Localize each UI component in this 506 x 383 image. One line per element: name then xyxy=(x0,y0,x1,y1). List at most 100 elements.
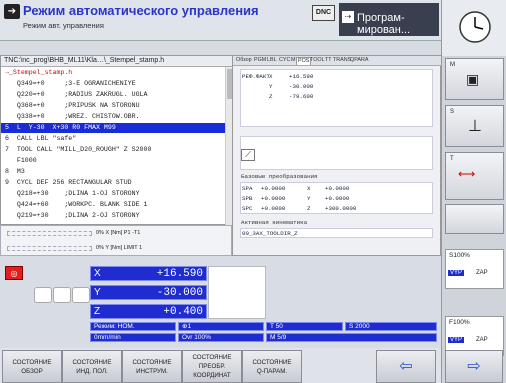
softkey-status-2[interactable]: СОСТОЯНИЕ ИНД. ПОЛ. xyxy=(62,350,122,383)
x-load-bar xyxy=(7,231,92,236)
program-icon: ⇢ xyxy=(342,11,354,23)
pos-x-value: +16.590 xyxy=(289,73,314,80)
blank-button-3[interactable] xyxy=(72,287,90,303)
status-spindle-speed: S 2000 xyxy=(345,322,437,331)
axis-x-row: X +16.590 xyxy=(90,266,207,281)
blank-side-button[interactable] xyxy=(445,204,504,234)
program-line[interactable]: 8 M3 xyxy=(1,167,225,177)
feed-vyp-button[interactable]: VYP xyxy=(448,337,465,343)
transform-v1: +0.0000 xyxy=(261,195,286,202)
tool-block xyxy=(240,136,433,170)
mode-subtitle: Режим авт. управления xyxy=(23,21,104,30)
next-softkeys-arrow-icon[interactable]: ⇨ xyxy=(445,350,503,383)
program-line[interactable]: Q219=+30 ;DLINA 2-OJ STORONY xyxy=(1,211,225,221)
softkey-label: СОСТОЯНИЕ ПРЕОБР. КООРДИНАТ xyxy=(192,353,231,380)
tab-обзор[interactable]: Обзор xyxy=(235,57,253,65)
softkey-label: СОСТОЯНИЕ ОБЗОР xyxy=(12,358,51,376)
clock-icon xyxy=(459,11,491,43)
spindle-override[interactable]: S100% VYP ZAP xyxy=(445,249,504,289)
pos-x-axis: X xyxy=(269,73,273,80)
program-line[interactable]: Q338=+0 ;WREZ. CHISTOW.OBR. xyxy=(1,112,225,122)
blank-button-2[interactable] xyxy=(53,287,71,303)
softkey-label-line: ПРЕОБР. xyxy=(198,363,226,370)
tool-change-icon: ⟷ xyxy=(458,167,476,181)
softkey-label-line: КООРДИНАТ xyxy=(193,372,231,379)
blank-button-1[interactable] xyxy=(34,287,52,303)
program-line[interactable]: Q220=+0 ;RADIUS ZAKRUGL. UGLA xyxy=(1,90,225,100)
y-load-label: 0% Y [Nm] LIMIT 1 xyxy=(96,245,143,251)
softkey-status-3[interactable]: СОСТОЯНИЕ ИНСТРУМ. xyxy=(122,350,182,383)
transform-v2: +300.0000 xyxy=(325,205,357,212)
program-line[interactable]: 9 CYCL DEF 256 RECTANGULAR STUD xyxy=(1,178,225,188)
softkey-status-1[interactable]: СОСТОЯНИЕ ОБЗОР xyxy=(2,350,62,383)
program-panel: TNC:\nc_prog\BHB_ML11\Kla…\_Stempel_stam… xyxy=(0,55,233,226)
feed-override-label: F100% xyxy=(449,319,470,326)
axis-x-name: X xyxy=(94,268,101,279)
mode-title: Режим автоматического управления xyxy=(23,3,259,18)
programming-mode-button[interactable]: ⇢ Програм- мирован... xyxy=(339,3,439,36)
status-tabs: Обзор PGM LBL CYC M POS TOOL TT TRANS QPARA xyxy=(233,56,442,66)
axis-x-value: +16.590 xyxy=(156,268,203,280)
auto-mode-icon: ➔ xyxy=(4,4,20,19)
spindle-override-label: S100% xyxy=(449,252,470,259)
tab-lbl[interactable]: LBL xyxy=(266,57,278,65)
softkey-label-line: СОСТОЯНИЕ xyxy=(12,358,52,366)
machine-icon: ▣ xyxy=(466,71,480,87)
program-line[interactable]: →_Stempel_stamp.h xyxy=(1,68,225,78)
transform-name: SPA xyxy=(242,185,253,192)
softkey-label-line: СОСТОЯНИЕ xyxy=(252,358,292,366)
program-path: TNC:\nc_prog\BHB_ML11\Kla…\_Stempel_stam… xyxy=(1,56,233,67)
program-line[interactable]: Q368=+0 ;PRIPUSK NA STORONU xyxy=(1,101,225,111)
softkey-status-5[interactable]: СОСТОЯНИЕ Q-ПАРАМ. xyxy=(242,350,302,383)
axis-z-name: Z xyxy=(94,306,101,317)
y-load-bar xyxy=(7,246,92,251)
pos-y-axis: Y xyxy=(269,83,273,90)
spindle-button-s[interactable]: S ⊥ xyxy=(445,105,504,147)
status-tool: T 50 xyxy=(266,322,343,331)
spindle-zap-button[interactable]: ZAP xyxy=(476,270,488,276)
pos-z-value: -79.600 xyxy=(289,93,314,100)
status-override: Ovr 100% xyxy=(178,333,264,342)
spindle-vyp-button[interactable]: VYP xyxy=(448,270,465,276)
program-line[interactable]: 5 L Y-30 X+30 R0 FMAX M99 xyxy=(1,123,225,133)
softkey-label-line: ИНСТРУМ. xyxy=(136,367,168,375)
transform-v2: +0.0000 xyxy=(325,185,350,192)
pos-z-axis: Z xyxy=(269,93,273,100)
program-line[interactable]: Q349=+0 ;3-E OGRANICHENIYE xyxy=(1,79,225,89)
axis-extra-area xyxy=(208,266,266,319)
softkey-label-line: Q-ПАРАМ. xyxy=(256,367,288,375)
previous-softkeys-arrow-icon[interactable]: ⇦ xyxy=(376,350,436,383)
axis-y-row: Y -30.000 xyxy=(90,285,207,300)
program-line[interactable]: Q424=+60 ;WORKPC. BLANK SIDE 1 xyxy=(1,200,225,210)
transform-v2: +0.0000 xyxy=(325,195,350,202)
program-line[interactable]: 6 CALL LBL "safe" xyxy=(1,134,225,144)
softkey-label-line: СОСТОЯНИЕ xyxy=(132,358,172,366)
axis-z-row: Z +0.400 xyxy=(90,304,207,319)
transform-name: SPB xyxy=(242,195,253,202)
transform-axis: X xyxy=(307,185,311,192)
clock[interactable] xyxy=(441,0,506,56)
programming-mode-label: Програм- мирован... xyxy=(357,12,411,36)
softkey-label-line: СОСТОЯНИЕ xyxy=(192,354,232,361)
program-line[interactable]: F1000 xyxy=(1,156,225,166)
machine-button-m[interactable]: M ▣ xyxy=(445,58,504,100)
softkey-label-line: ОБЗОР xyxy=(21,367,43,375)
tool-button-t[interactable]: T ⟷ xyxy=(445,152,504,200)
transform-v1: +0.0000 xyxy=(261,185,286,192)
program-line[interactable]: 7 TOOL CALL "MILL_D20_ROUGH" Z S2000 xyxy=(1,145,225,155)
softkey-label-line: СОСТОЯНИЕ xyxy=(72,358,112,366)
softkey-label: СОСТОЯНИЕ ИНД. ПОЛ. xyxy=(72,358,111,376)
feed-zap-button[interactable]: ZAP xyxy=(476,337,488,343)
transform-axis: Z xyxy=(307,205,311,212)
dnc-indicator: DNC xyxy=(312,5,335,21)
program-line[interactable]: Q218=+30 ;DLINA 1-OJ STORONY xyxy=(1,189,225,199)
tab-qpara[interactable]: QPARA xyxy=(349,57,369,65)
pos-y-value: -30.000 xyxy=(289,83,314,90)
softkey-status-4[interactable]: СОСТОЯНИЕ ПРЕОБР. КООРДИНАТ xyxy=(182,350,242,383)
status-m-function: M 5/9 xyxy=(266,333,437,342)
tool-icon: ⟋ xyxy=(241,149,255,161)
softkey-bar: СОСТОЯНИЕ ОБЗОР СОСТОЯНИЕ ИНД. ПОЛ. СОСТОЯНИ… xyxy=(0,348,441,383)
status-mode: Режим: НОМ. xyxy=(90,322,176,331)
pos-label: РЕФ.ФАКТ xyxy=(242,73,270,80)
status-feed: 0mm/min xyxy=(90,333,176,342)
